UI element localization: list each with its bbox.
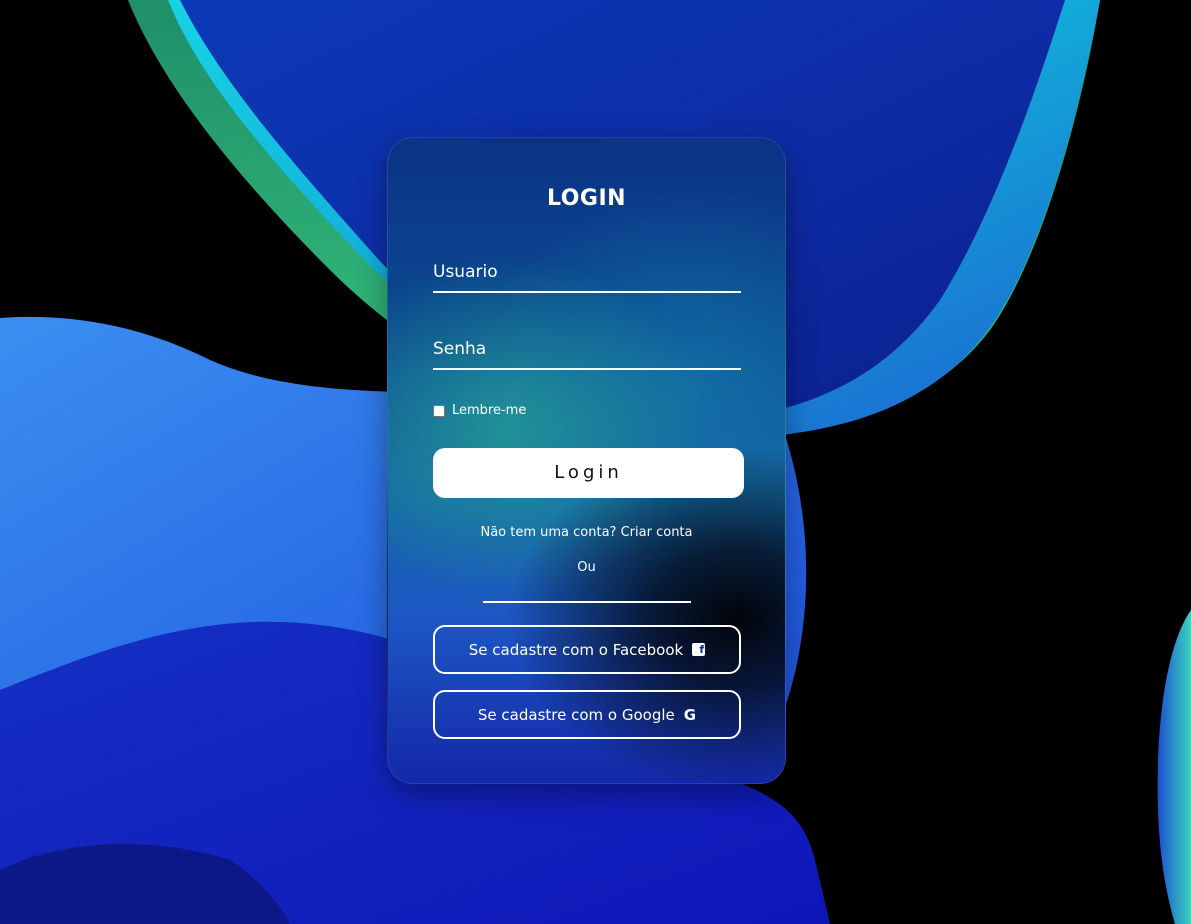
no-account-text: Não tem uma conta?: [480, 525, 617, 540]
divider-line: [483, 601, 691, 603]
login-card: LOGIN Lembre-me Login Não tem uma conta?…: [387, 137, 786, 784]
login-button[interactable]: Login: [433, 448, 744, 498]
login-title: LOGIN: [546, 186, 627, 211]
signup-prompt: Não tem uma conta? Criar conta: [388, 525, 785, 540]
google-icon: G: [683, 705, 697, 724]
facebook-icon: f: [692, 643, 706, 656]
login-page: LOGIN Lembre-me Login Não tem uma conta?…: [0, 0, 1191, 924]
remember-me[interactable]: Lembre-me: [433, 403, 526, 418]
facebook-button-label: Se cadastre com o Facebook: [468, 640, 684, 659]
create-account-link[interactable]: Criar conta: [621, 525, 693, 540]
google-signup-button[interactable]: Se cadastre com o Google G: [433, 690, 741, 739]
password-field: [433, 330, 741, 370]
remember-label: Lembre-me: [452, 403, 527, 418]
username-input[interactable]: [433, 253, 741, 291]
facebook-signup-button[interactable]: Se cadastre com o Facebook f: [433, 625, 741, 674]
username-field: [433, 253, 741, 293]
google-button-label: Se cadastre com o Google: [477, 705, 675, 724]
or-separator-text: Ou: [577, 560, 596, 575]
remember-checkbox[interactable]: [433, 404, 445, 417]
password-input[interactable]: [433, 330, 741, 368]
